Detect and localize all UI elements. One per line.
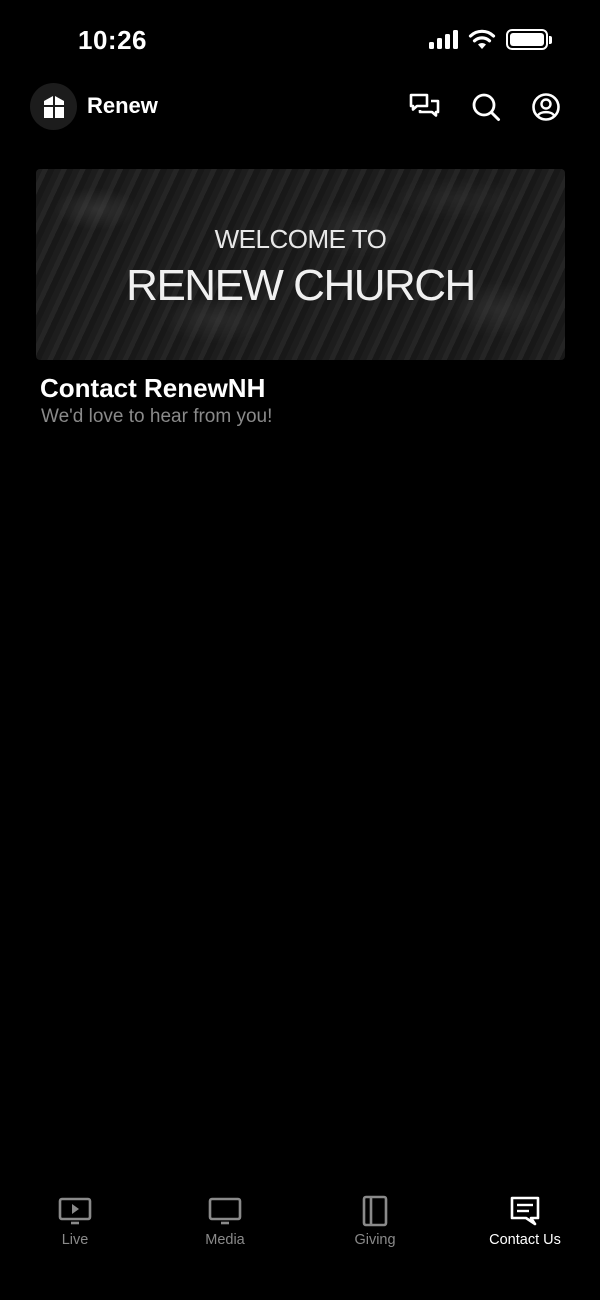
banner-church-name: RENEW CHURCH [126,261,476,310]
battery-icon [506,28,552,50]
page-title: Contact RenewNH [40,373,266,403]
status-icons [429,28,552,50]
tab-live[interactable]: Live [0,1194,150,1248]
cellular-signal-icon [429,29,458,49]
wifi-icon [468,29,496,49]
monitor-icon [208,1197,242,1225]
chat-button[interactable] [407,90,441,124]
search-button[interactable] [469,90,503,124]
church-logo-icon[interactable] [30,83,77,130]
profile-button[interactable] [529,90,563,124]
user-circle-icon [532,93,560,121]
banner-welcome-text: WELCOME TO [214,224,387,254]
tab-media[interactable]: Media [150,1194,300,1248]
tab-label: Media [205,1232,245,1248]
status-time: 10:26 [78,25,147,55]
app-header: Renew [0,80,600,132]
message-icon [510,1196,540,1226]
tab-giving[interactable]: Giving [300,1194,450,1248]
tab-label: Live [61,1232,89,1248]
bottom-tab-bar: Live Media Giving Contact Us [0,1180,600,1300]
chat-bubbles-icon [409,93,440,117]
tab-contact-us[interactable]: Contact Us [450,1194,600,1248]
page-subtitle: We'd love to hear from you! [41,406,273,427]
app-name: Renew [87,93,158,118]
search-icon [472,93,500,121]
welcome-banner: WELCOME TO RENEW CHURCH [36,169,565,360]
book-icon [362,1195,388,1227]
status-bar: 10:26 [0,0,600,80]
tab-label: Contact Us [489,1232,561,1248]
tab-label: Giving [354,1232,396,1248]
play-screen-icon [58,1197,92,1225]
